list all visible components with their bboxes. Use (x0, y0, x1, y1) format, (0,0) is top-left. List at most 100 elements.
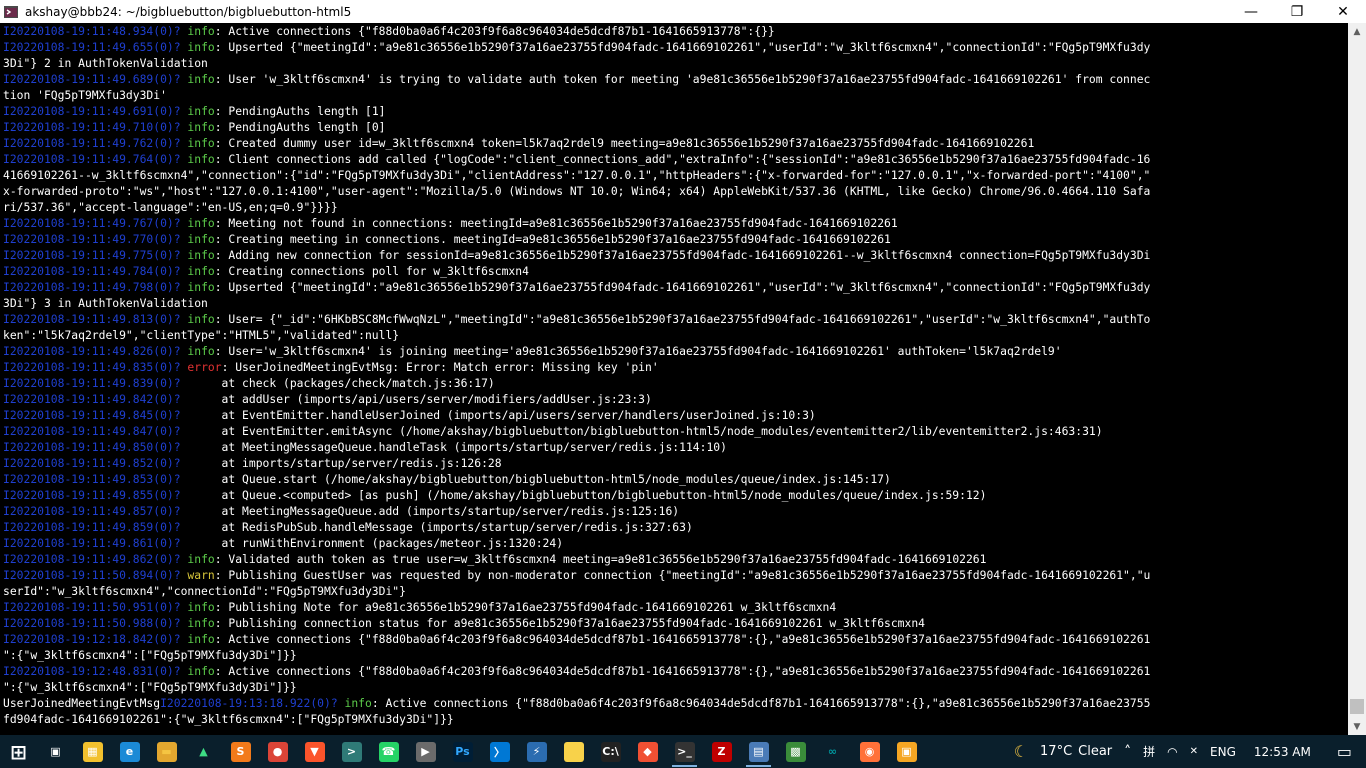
log-message: x-forwarded-proto":"ws","host":"127.0.0.… (3, 184, 1151, 198)
log-timestamp: I20220108-19:11:49.710(0)? (3, 120, 188, 134)
system-tray: ☾ 17°C Clear ˄ 拼 ◠ ✕ ENG 12:53 AM ▭ (1008, 735, 1366, 768)
vscode-icon[interactable]: 〉 (481, 735, 518, 768)
git-icon[interactable]: ◆ (629, 735, 666, 768)
log-line: I20220108-19:12:48.831(0)? info: Active … (3, 663, 1348, 679)
log-line: I20220108-19:11:50.951(0)? info: Publish… (3, 599, 1348, 615)
edge-icon[interactable]: e (111, 735, 148, 768)
log-line: 3Di"} 3 in AuthTokenValidation (3, 295, 1348, 311)
moon-icon[interactable]: ☾ (1008, 742, 1034, 761)
task-view-button[interactable]: ▣ (37, 735, 74, 768)
close-button[interactable]: ✕ (1320, 0, 1366, 23)
scroll-up-arrow-icon[interactable]: ▲ (1348, 23, 1366, 40)
log-timestamp: I20220108-19:11:49.770(0)? (3, 232, 188, 246)
log-message: : Upserted {"meetingId":"a9e81c36556e1b5… (214, 280, 1151, 294)
photoshop-icon[interactable]: Ps (444, 735, 481, 768)
log-line: ken":"l5k7aq2rdel9","clientType":"HTML5"… (3, 327, 1348, 343)
store-icon[interactable]: ▦ (74, 735, 111, 768)
log-message: at EventEmitter.emitAsync (/home/akshay/… (187, 424, 1103, 438)
log-line: I20220108-19:11:49.845(0)? at EventEmitt… (3, 407, 1348, 423)
terminal-output[interactable]: I20220108-19:11:48.934(0)? info: Active … (0, 23, 1348, 735)
network-icon[interactable]: ▩ (777, 735, 814, 768)
log-level: info (187, 312, 215, 326)
log-line: ":{"w_3kltf6scmxn4":["FQg5pT9MXfu3dy3Di"… (3, 679, 1348, 695)
log-line: I20220108-19:11:49.847(0)? at EventEmitt… (3, 423, 1348, 439)
putty-glyph-icon: ▤ (748, 741, 769, 762)
log-message: at MeetingMessageQueue.handleTask (impor… (187, 440, 727, 454)
log-level: info (187, 104, 215, 118)
log-message: : Meeting not found in connections: meet… (214, 216, 898, 230)
sticky-notes-icon[interactable]: ■ (555, 735, 592, 768)
terminal-icon[interactable]: > (333, 735, 370, 768)
log-line: I20220108-19:11:49.861(0)? at runWithEnv… (3, 535, 1348, 551)
log-message: : Publishing GuestUser was requested by … (214, 568, 1151, 582)
log-message: : Adding new connection for sessionId=a9… (214, 248, 1151, 262)
vscode-glyph-icon: 〉 (489, 741, 510, 762)
sublime-text-icon[interactable]: S (222, 735, 259, 768)
log-line: I20220108-19:11:50.988(0)? info: Publish… (3, 615, 1348, 631)
filezilla-glyph-icon: Z (711, 741, 732, 762)
cmd-icon[interactable]: C:\ (592, 735, 629, 768)
flash-icon[interactable]: ⚡ (518, 735, 555, 768)
scroll-down-arrow-icon[interactable]: ▼ (1348, 718, 1366, 735)
log-message: at imports/startup/server/redis.js:126:2… (187, 456, 502, 470)
clock[interactable]: 12:53 AM (1242, 745, 1323, 759)
start-button[interactable]: ⊞ (0, 735, 37, 768)
log-message: : PendingAuths length [1] (214, 104, 386, 118)
filezilla-icon[interactable]: Z (703, 735, 740, 768)
log-line: I20220108-19:11:49.710(0)? info: Pending… (3, 119, 1348, 135)
log-line: I20220108-19:11:49.857(0)? at MeetingMes… (3, 503, 1348, 519)
android-glyph-icon: ▲ (199, 745, 208, 758)
log-level: info (187, 232, 215, 246)
log-timestamp: I20220108-19:11:49.850(0)? (3, 440, 188, 454)
log-timestamp: I20220108-19:11:49.862(0)? (3, 552, 188, 566)
sublime-text-glyph-icon: S (230, 741, 251, 762)
terminal-scrollbar[interactable]: ▲ ▼ (1348, 23, 1366, 735)
log-message: at runWithEnvironment (packages/meteor.j… (187, 536, 564, 550)
scrollbar-thumb[interactable] (1350, 699, 1364, 714)
volume-icon[interactable]: ✕ (1184, 746, 1204, 757)
log-timestamp: I20220108-19:11:49.767(0)? (3, 216, 188, 230)
arduino-icon[interactable]: ∞ (814, 735, 851, 768)
log-line: I20220108-19:11:49.798(0)? info: Upserte… (3, 279, 1348, 295)
chevron-up-icon[interactable]: ˄ (1118, 744, 1137, 760)
minimize-button[interactable]: — (1228, 0, 1274, 23)
log-message: fd904fadc-1641669102261":{"w_3kltf6scmxn… (3, 712, 454, 726)
android-icon[interactable]: ▲ (185, 735, 222, 768)
weather-temperature[interactable]: 17°C (1034, 744, 1078, 759)
vbox-icon[interactable]: ▣ (888, 735, 925, 768)
log-level: info (187, 72, 215, 86)
whatsapp-icon[interactable]: ☎ (370, 735, 407, 768)
postman-icon[interactable]: ▶ (407, 735, 444, 768)
language-indicator[interactable]: ENG (1204, 745, 1242, 759)
log-timestamp: I20220108-19:11:49.861(0)? (3, 536, 188, 550)
log-line: serId":"w_3kltf6scmxn4","connectionId":"… (3, 583, 1348, 599)
weather-condition[interactable]: Clear (1078, 744, 1118, 759)
log-message: at addUser (imports/api/users/server/mod… (187, 392, 652, 406)
wsl-terminal-icon[interactable]: >_ (666, 735, 703, 768)
windows-taskbar: ⊞ ▣ ▦ e ▬ ▲ S ● ▼ > ☎ ▶ Ps 〉 ⚡ ■ C:\ ◆ >_ Z ▤ ▩ ∞ ◉ ▣ ☾ 17°C Cle… (0, 735, 1366, 768)
log-message: 3Di"} 3 in AuthTokenValidation (3, 296, 208, 310)
notifications-icon[interactable]: ▭ (1323, 742, 1366, 761)
file-explorer-icon[interactable]: ▬ (148, 735, 185, 768)
vbox-glyph-icon: ▣ (896, 741, 917, 762)
firefox-icon[interactable]: ◉ (851, 735, 888, 768)
input-method-icon[interactable]: 拼 (1137, 743, 1161, 760)
chrome-icon[interactable]: ● (259, 735, 296, 768)
log-level: warn (187, 568, 215, 582)
log-level: info (187, 216, 215, 230)
wifi-icon[interactable]: ◠ (1161, 745, 1183, 759)
file-explorer-glyph-icon: ▬ (156, 741, 177, 762)
log-level: info (187, 136, 215, 150)
log-line: I20220108-19:11:49.813(0)? info: User= {… (3, 311, 1348, 327)
log-timestamp: I20220108-19:11:50.951(0)? (3, 600, 188, 614)
brave-icon[interactable]: ▼ (296, 735, 333, 768)
log-timestamp: I20220108-19:11:50.894(0)? (3, 568, 188, 582)
maximize-button[interactable]: ❐ (1274, 0, 1320, 23)
log-message: : Publishing connection status for a9e81… (214, 616, 926, 630)
photoshop-glyph-icon: Ps (452, 741, 473, 762)
terminal-app-icon (3, 4, 19, 20)
log-line: I20220108-19:11:49.691(0)? info: Pending… (3, 103, 1348, 119)
putty-icon[interactable]: ▤ (740, 735, 777, 768)
log-level: info (187, 24, 215, 38)
log-line: 41669102261--w_3kltf6scmxn4","connection… (3, 167, 1348, 183)
